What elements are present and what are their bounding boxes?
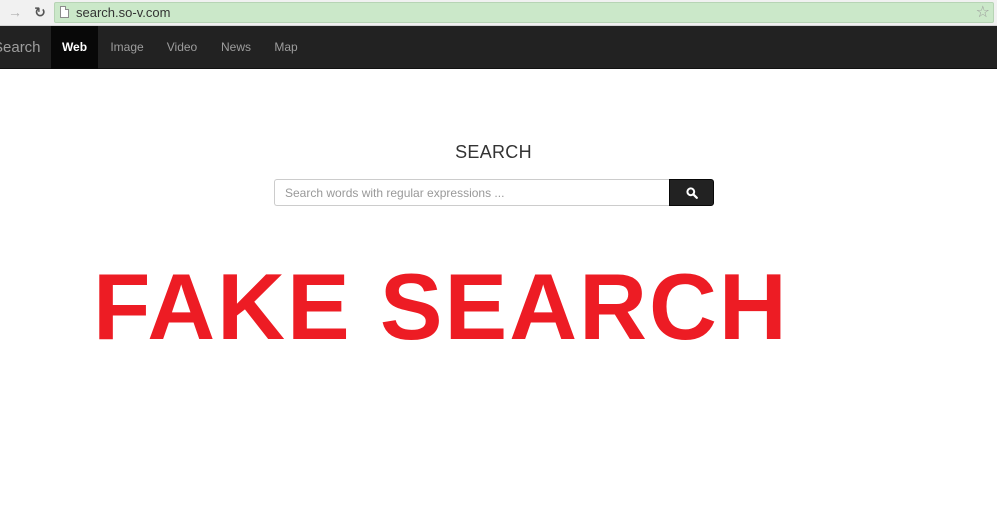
search-input[interactable] <box>274 179 670 206</box>
search-button[interactable] <box>669 179 714 206</box>
nav-tab-news[interactable]: News <box>214 26 258 69</box>
page-icon <box>60 6 69 18</box>
brand-logo[interactable]: Search <box>0 26 41 69</box>
address-bar[interactable]: search.so-v.com ☆ <box>54 2 994 23</box>
search-icon <box>686 187 698 199</box>
browser-toolbar: → ↻ search.so-v.com ☆ <box>0 0 997 26</box>
url-text[interactable]: search.so-v.com <box>76 5 170 20</box>
nav-tab-image[interactable]: Image <box>105 26 149 69</box>
nav-tab-map[interactable]: Map <box>265 26 307 69</box>
forward-arrow-icon[interactable]: → <box>6 3 24 21</box>
search-heading: SEARCH <box>455 142 532 162</box>
reload-icon[interactable]: ↻ <box>31 3 49 21</box>
bookmark-star-icon[interactable]: ☆ <box>976 3 990 22</box>
fake-search-overlay-label: FAKE SEARCH <box>93 254 789 359</box>
nav-tab-web[interactable]: Web <box>51 26 98 69</box>
top-navbar: Search Web Image Video News Map <box>0 26 997 69</box>
nav-tab-video[interactable]: Video <box>160 26 204 69</box>
